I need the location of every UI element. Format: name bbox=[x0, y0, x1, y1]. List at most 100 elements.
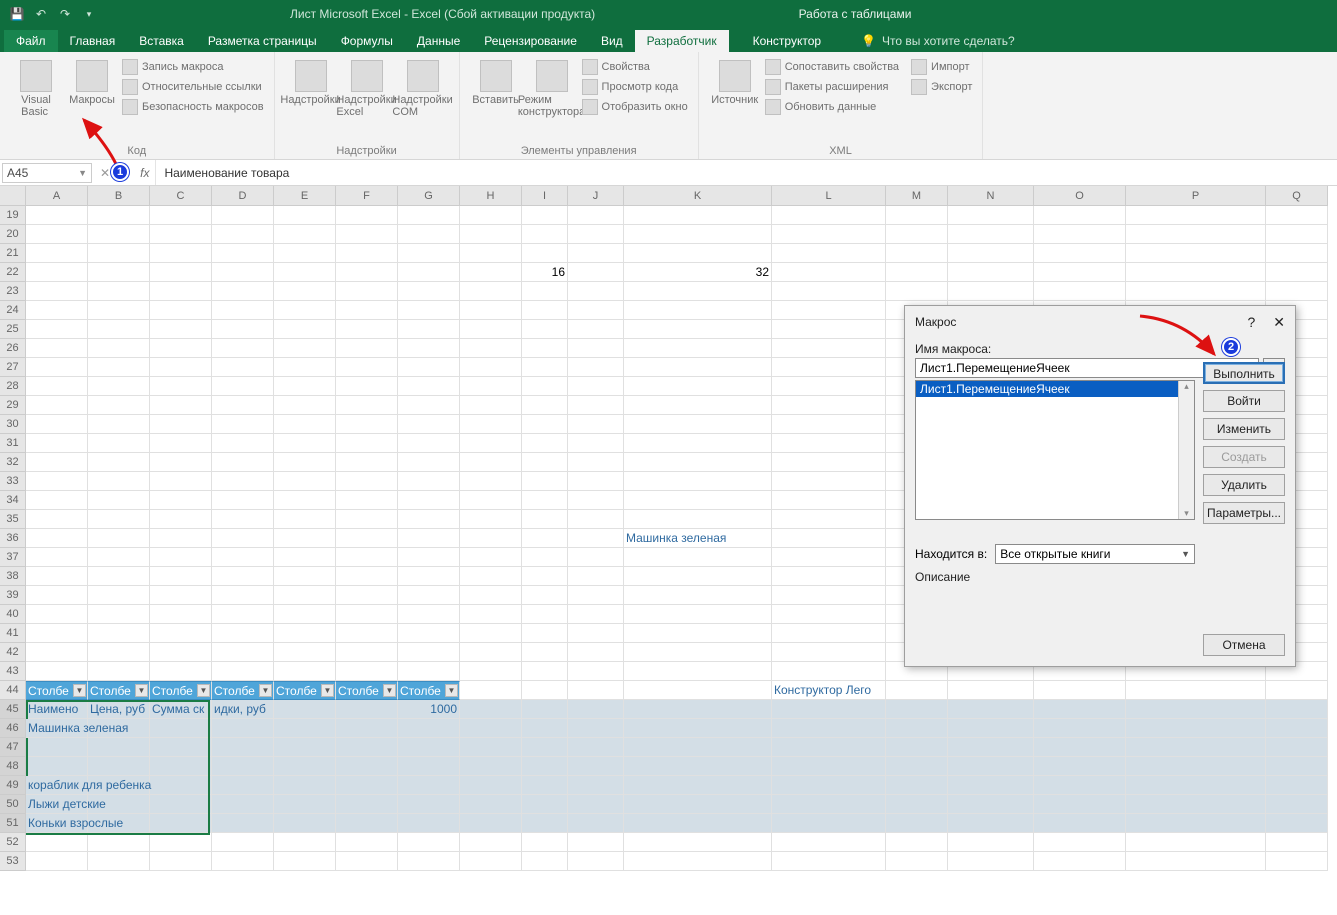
cell[interactable] bbox=[26, 415, 88, 434]
cell[interactable] bbox=[150, 377, 212, 396]
tab-Конструктор[interactable]: Конструктор bbox=[741, 30, 833, 52]
cell[interactable] bbox=[460, 776, 522, 795]
cell[interactable] bbox=[398, 453, 460, 472]
cell[interactable] bbox=[212, 776, 274, 795]
cell[interactable] bbox=[336, 206, 398, 225]
cell[interactable] bbox=[568, 529, 624, 548]
cell[interactable] bbox=[274, 852, 336, 871]
tab-Главная[interactable]: Главная bbox=[58, 30, 128, 52]
cell[interactable] bbox=[772, 491, 886, 510]
cell[interactable] bbox=[88, 244, 150, 263]
tab-Разметка страницы[interactable]: Разметка страницы bbox=[196, 30, 329, 52]
cell[interactable] bbox=[150, 833, 212, 852]
cell[interactable]: Столбе▼ bbox=[398, 681, 460, 700]
cell[interactable] bbox=[88, 643, 150, 662]
cell[interactable] bbox=[274, 510, 336, 529]
cell[interactable] bbox=[150, 225, 212, 244]
cell[interactable]: Сумма ск bbox=[150, 700, 212, 719]
cell[interactable] bbox=[772, 567, 886, 586]
cell[interactable] bbox=[150, 396, 212, 415]
row-header[interactable]: 26 bbox=[0, 339, 26, 358]
cell[interactable] bbox=[624, 339, 772, 358]
cell[interactable] bbox=[26, 491, 88, 510]
cell[interactable] bbox=[886, 833, 948, 852]
cell[interactable] bbox=[274, 472, 336, 491]
cell[interactable] bbox=[522, 206, 568, 225]
cell[interactable] bbox=[948, 225, 1034, 244]
cell[interactable] bbox=[624, 358, 772, 377]
cell[interactable] bbox=[948, 852, 1034, 871]
cell[interactable] bbox=[212, 757, 274, 776]
cell[interactable] bbox=[624, 244, 772, 263]
cell[interactable] bbox=[212, 491, 274, 510]
cell[interactable] bbox=[460, 852, 522, 871]
close-icon[interactable]: ✕ bbox=[1273, 314, 1285, 331]
cell[interactable] bbox=[26, 662, 88, 681]
cell[interactable] bbox=[460, 548, 522, 567]
row-header[interactable]: 42 bbox=[0, 643, 26, 662]
cell[interactable] bbox=[274, 301, 336, 320]
cell[interactable] bbox=[88, 624, 150, 643]
cell[interactable] bbox=[336, 244, 398, 263]
undo-icon[interactable]: ↶ bbox=[30, 3, 52, 25]
cell[interactable] bbox=[1034, 225, 1126, 244]
cell[interactable] bbox=[948, 700, 1034, 719]
cell[interactable] bbox=[522, 358, 568, 377]
cell[interactable] bbox=[522, 700, 568, 719]
cell[interactable] bbox=[212, 225, 274, 244]
cell[interactable] bbox=[88, 320, 150, 339]
cell[interactable] bbox=[150, 358, 212, 377]
cell[interactable] bbox=[1034, 282, 1126, 301]
cell[interactable] bbox=[772, 776, 886, 795]
column-header[interactable]: M bbox=[886, 186, 948, 206]
cell[interactable] bbox=[568, 453, 624, 472]
cell[interactable] bbox=[1266, 738, 1328, 757]
cell[interactable] bbox=[1034, 681, 1126, 700]
cell[interactable] bbox=[398, 282, 460, 301]
cell[interactable] bbox=[568, 263, 624, 282]
cell[interactable] bbox=[568, 396, 624, 415]
row-header[interactable]: 28 bbox=[0, 377, 26, 396]
row-header[interactable]: 51 bbox=[0, 814, 26, 833]
cell[interactable] bbox=[212, 396, 274, 415]
cell[interactable] bbox=[398, 320, 460, 339]
column-header[interactable]: H bbox=[460, 186, 522, 206]
cell[interactable] bbox=[624, 814, 772, 833]
cell[interactable] bbox=[624, 605, 772, 624]
cell[interactable] bbox=[398, 776, 460, 795]
cell[interactable]: Столбе▼ bbox=[88, 681, 150, 700]
cell[interactable] bbox=[150, 567, 212, 586]
cell[interactable] bbox=[336, 567, 398, 586]
cell[interactable]: кораблик для ребенка bbox=[26, 776, 88, 795]
row-header[interactable]: 23 bbox=[0, 282, 26, 301]
cell[interactable] bbox=[88, 434, 150, 453]
cell[interactable] bbox=[398, 472, 460, 491]
cell[interactable] bbox=[522, 757, 568, 776]
cell[interactable] bbox=[88, 738, 150, 757]
save-icon[interactable]: 💾 bbox=[6, 3, 28, 25]
cell[interactable] bbox=[336, 624, 398, 643]
cell[interactable] bbox=[150, 586, 212, 605]
cancel-button[interactable]: Отмена bbox=[1203, 634, 1285, 656]
cell[interactable] bbox=[772, 320, 886, 339]
cell[interactable] bbox=[522, 529, 568, 548]
column-header[interactable]: A bbox=[26, 186, 88, 206]
row-header[interactable]: 22 bbox=[0, 263, 26, 282]
cell[interactable] bbox=[886, 738, 948, 757]
row-header[interactable]: 30 bbox=[0, 415, 26, 434]
cell[interactable] bbox=[274, 814, 336, 833]
list-item[interactable]: Лист1.ПеремещениеЯчеек bbox=[916, 381, 1194, 397]
cell[interactable] bbox=[398, 586, 460, 605]
cell[interactable] bbox=[274, 453, 336, 472]
name-box[interactable]: A45 ▼ bbox=[2, 163, 92, 183]
cell[interactable] bbox=[948, 263, 1034, 282]
cell[interactable] bbox=[522, 776, 568, 795]
scrollbar[interactable]: ▴▾ bbox=[1178, 381, 1194, 519]
cell[interactable] bbox=[568, 225, 624, 244]
qat-customize-icon[interactable]: ▾ bbox=[78, 3, 100, 25]
cell[interactable] bbox=[398, 491, 460, 510]
cell[interactable] bbox=[772, 206, 886, 225]
cell[interactable] bbox=[568, 377, 624, 396]
cell[interactable] bbox=[568, 719, 624, 738]
cell[interactable] bbox=[336, 263, 398, 282]
